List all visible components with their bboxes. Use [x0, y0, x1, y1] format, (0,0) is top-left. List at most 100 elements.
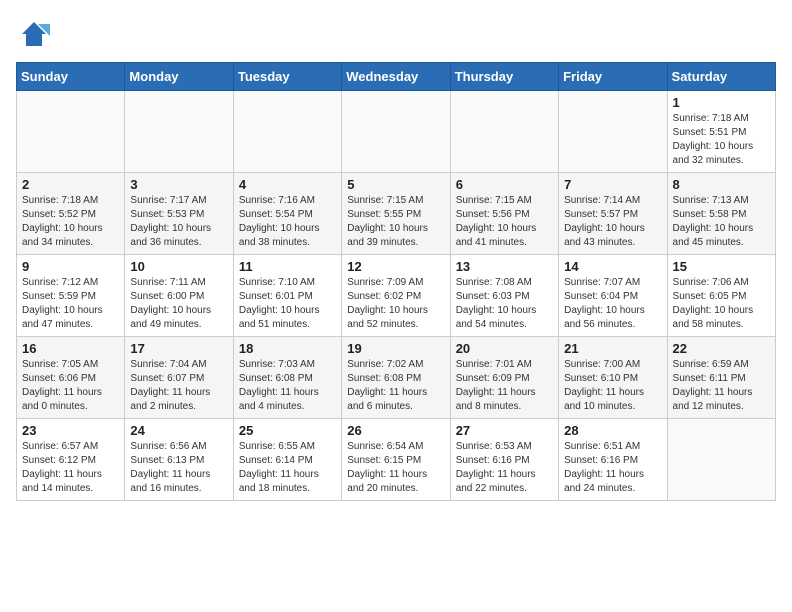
day-number: 4	[239, 177, 336, 192]
day-number: 23	[22, 423, 119, 438]
day-number: 22	[673, 341, 770, 356]
day-number: 12	[347, 259, 444, 274]
day-info: Sunrise: 7:12 AM Sunset: 5:59 PM Dayligh…	[22, 276, 119, 332]
calendar-week-row: 23 Sunrise: 6:57 AM Sunset: 6:12 PM Dayli…	[17, 419, 776, 501]
column-header-friday: Friday	[559, 63, 667, 91]
column-header-monday: Monday	[125, 63, 233, 91]
calendar-cell: 26Sunrise: 6:54 AM Sunset: 6:15 PM Dayli…	[342, 419, 450, 501]
calendar-cell	[450, 91, 558, 173]
day-number: 18	[239, 341, 336, 356]
day-number: 10	[130, 259, 227, 274]
day-number: 16	[22, 341, 119, 356]
calendar-cell: 16 Sunrise: 7:05 AM Sunset: 6:06 PM Dayli…	[17, 337, 125, 419]
day-info: Sunrise: 7:18 AM Sunset: 5:51 PM Dayligh…	[673, 112, 770, 168]
column-header-tuesday: Tuesday	[233, 63, 341, 91]
day-number: 5	[347, 177, 444, 192]
day-info: Sunrise: 6:57 AM Sunset: 6:12 PM Dayligh…	[22, 440, 119, 496]
day-number: 6	[456, 177, 553, 192]
day-number: 2	[22, 177, 119, 192]
calendar-cell: 28 Sunrise: 6:51 AM Sunset: 6:16 PM Dayli…	[559, 419, 667, 501]
calendar-cell: 1 Sunrise: 7:18 AM Sunset: 5:51 PM Daylig…	[667, 91, 775, 173]
day-info: Sunrise: 6:59 AM Sunset: 6:11 PM Dayligh…	[673, 358, 770, 414]
calendar-cell: 24 Sunrise: 6:56 AM Sunset: 6:13 PM Dayli…	[125, 419, 233, 501]
day-number: 14	[564, 259, 661, 274]
calendar-cell: 23 Sunrise: 6:57 AM Sunset: 6:12 PM Dayli…	[17, 419, 125, 501]
day-info: Sunrise: 7:08 AM Sunset: 6:03 PM Dayligh…	[456, 276, 553, 332]
day-number: 24	[130, 423, 227, 438]
calendar-cell: 22 Sunrise: 6:59 AM Sunset: 6:11 PM Dayli…	[667, 337, 775, 419]
day-number: 28	[564, 423, 661, 438]
calendar-cell: 27 Sunrise: 6:53 AM Sunset: 6:16 PM Dayli…	[450, 419, 558, 501]
day-info: Sunrise: 7:14 AM Sunset: 5:57 PM Dayligh…	[564, 194, 661, 250]
column-header-sunday: Sunday	[17, 63, 125, 91]
calendar-cell: 5Sunrise: 7:15 AM Sunset: 5:55 PM Daylig…	[342, 173, 450, 255]
day-number: 17	[130, 341, 227, 356]
calendar-cell	[233, 91, 341, 173]
calendar-cell	[17, 91, 125, 173]
day-number: 15	[673, 259, 770, 274]
calendar-cell: 10 Sunrise: 7:11 AM Sunset: 6:00 PM Dayli…	[125, 255, 233, 337]
calendar-cell: 8 Sunrise: 7:13 AM Sunset: 5:58 PM Daylig…	[667, 173, 775, 255]
calendar-cell: 3 Sunrise: 7:17 AM Sunset: 5:53 PM Daylig…	[125, 173, 233, 255]
column-header-wednesday: Wednesday	[342, 63, 450, 91]
calendar-cell: 17Sunrise: 7:04 AM Sunset: 6:07 PM Dayli…	[125, 337, 233, 419]
day-info: Sunrise: 7:09 AM Sunset: 6:02 PM Dayligh…	[347, 276, 444, 332]
day-info: Sunrise: 6:51 AM Sunset: 6:16 PM Dayligh…	[564, 440, 661, 496]
calendar-cell: 6 Sunrise: 7:15 AM Sunset: 5:56 PM Daylig…	[450, 173, 558, 255]
day-number: 3	[130, 177, 227, 192]
calendar-cell: 14 Sunrise: 7:07 AM Sunset: 6:04 PM Dayli…	[559, 255, 667, 337]
day-info: Sunrise: 7:02 AM Sunset: 6:08 PM Dayligh…	[347, 358, 444, 414]
day-info: Sunrise: 7:16 AM Sunset: 5:54 PM Dayligh…	[239, 194, 336, 250]
day-info: Sunrise: 7:07 AM Sunset: 6:04 PM Dayligh…	[564, 276, 661, 332]
calendar-cell: 15 Sunrise: 7:06 AM Sunset: 6:05 PM Dayli…	[667, 255, 775, 337]
logo	[16, 16, 56, 52]
page-header	[16, 16, 776, 52]
day-info: Sunrise: 7:18 AM Sunset: 5:52 PM Dayligh…	[22, 194, 119, 250]
day-number: 9	[22, 259, 119, 274]
day-number: 11	[239, 259, 336, 274]
logo-icon	[16, 16, 52, 52]
calendar-cell: 20Sunrise: 7:01 AM Sunset: 6:09 PM Dayli…	[450, 337, 558, 419]
day-number: 26	[347, 423, 444, 438]
day-number: 13	[456, 259, 553, 274]
day-number: 21	[564, 341, 661, 356]
calendar-cell: 13 Sunrise: 7:08 AM Sunset: 6:03 PM Dayli…	[450, 255, 558, 337]
calendar-cell: 21 Sunrise: 7:00 AM Sunset: 6:10 PM Dayli…	[559, 337, 667, 419]
calendar-cell: 9 Sunrise: 7:12 AM Sunset: 5:59 PM Daylig…	[17, 255, 125, 337]
calendar-table: SundayMondayTuesdayWednesdayThursdayFrid…	[16, 62, 776, 501]
calendar-week-row: 9 Sunrise: 7:12 AM Sunset: 5:59 PM Daylig…	[17, 255, 776, 337]
day-number: 1	[673, 95, 770, 110]
calendar-cell: 4 Sunrise: 7:16 AM Sunset: 5:54 PM Daylig…	[233, 173, 341, 255]
day-info: Sunrise: 7:10 AM Sunset: 6:01 PM Dayligh…	[239, 276, 336, 332]
day-info: Sunrise: 7:15 AM Sunset: 5:56 PM Dayligh…	[456, 194, 553, 250]
calendar-header-row: SundayMondayTuesdayWednesdayThursdayFrid…	[17, 63, 776, 91]
calendar-cell	[559, 91, 667, 173]
calendar-cell: 11 Sunrise: 7:10 AM Sunset: 6:01 PM Dayli…	[233, 255, 341, 337]
day-number: 8	[673, 177, 770, 192]
day-info: Sunrise: 6:53 AM Sunset: 6:16 PM Dayligh…	[456, 440, 553, 496]
day-number: 27	[456, 423, 553, 438]
calendar-cell: 18 Sunrise: 7:03 AM Sunset: 6:08 PM Dayli…	[233, 337, 341, 419]
day-info: Sunrise: 7:06 AM Sunset: 6:05 PM Dayligh…	[673, 276, 770, 332]
day-info: Sunrise: 7:05 AM Sunset: 6:06 PM Dayligh…	[22, 358, 119, 414]
calendar-cell: 19 Sunrise: 7:02 AM Sunset: 6:08 PM Dayli…	[342, 337, 450, 419]
day-number: 25	[239, 423, 336, 438]
day-info: Sunrise: 7:03 AM Sunset: 6:08 PM Dayligh…	[239, 358, 336, 414]
day-info: Sunrise: 7:13 AM Sunset: 5:58 PM Dayligh…	[673, 194, 770, 250]
calendar-week-row: 2 Sunrise: 7:18 AM Sunset: 5:52 PM Daylig…	[17, 173, 776, 255]
calendar-cell	[342, 91, 450, 173]
column-header-saturday: Saturday	[667, 63, 775, 91]
day-number: 20	[456, 341, 553, 356]
calendar-cell: 25 Sunrise: 6:55 AM Sunset: 6:14 PM Dayli…	[233, 419, 341, 501]
calendar-cell	[125, 91, 233, 173]
day-info: Sunrise: 6:55 AM Sunset: 6:14 PM Dayligh…	[239, 440, 336, 496]
day-info: Sunrise: 6:56 AM Sunset: 6:13 PM Dayligh…	[130, 440, 227, 496]
day-number: 19	[347, 341, 444, 356]
calendar-week-row: 16 Sunrise: 7:05 AM Sunset: 6:06 PM Dayli…	[17, 337, 776, 419]
day-number: 7	[564, 177, 661, 192]
day-info: Sunrise: 7:00 AM Sunset: 6:10 PM Dayligh…	[564, 358, 661, 414]
day-info: Sunrise: 7:11 AM Sunset: 6:00 PM Dayligh…	[130, 276, 227, 332]
calendar-week-row: 1 Sunrise: 7:18 AM Sunset: 5:51 PM Daylig…	[17, 91, 776, 173]
day-info: Sunrise: 7:17 AM Sunset: 5:53 PM Dayligh…	[130, 194, 227, 250]
calendar-cell: 12 Sunrise: 7:09 AM Sunset: 6:02 PM Dayli…	[342, 255, 450, 337]
